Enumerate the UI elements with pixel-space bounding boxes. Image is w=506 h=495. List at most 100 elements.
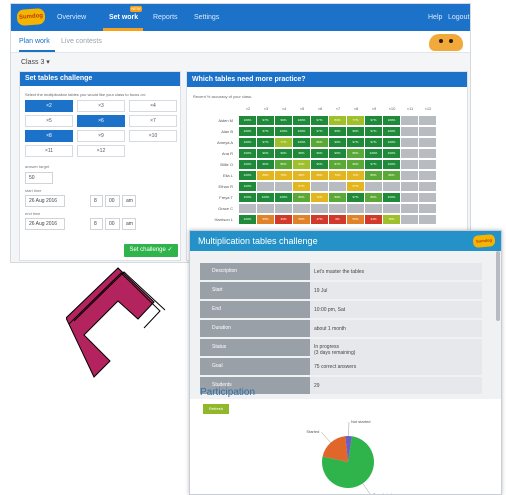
heatmap-cell[interactable]: 100% [293,127,310,136]
table-option[interactable]: ×8 [25,130,73,142]
table-option[interactable]: ×3 [77,100,125,112]
heatmap-cell[interactable] [401,182,418,191]
heatmap-cell[interactable] [401,171,418,180]
heatmap-cell[interactable]: 50% [347,215,364,224]
nav-set-work[interactable]: Set work [109,14,138,21]
heatmap-cell[interactable]: 100% [293,138,310,147]
nav-settings[interactable]: Settings [194,14,219,21]
end-minute-select[interactable]: 00 [105,218,120,230]
heatmap-cell[interactable]: 97% [311,127,328,136]
heatmap-cell[interactable] [419,127,436,136]
heatmap-cell[interactable]: 67% [347,182,364,191]
heatmap-cell[interactable]: 100% [275,193,292,202]
heatmap-cell[interactable]: 100% [383,116,400,125]
class-select[interactable]: Class 3 ▾ [21,58,50,66]
heatmap-cell[interactable]: 99% [275,149,292,158]
heatmap-cell[interactable]: 100% [239,215,256,224]
heatmap-cell[interactable]: 100% [383,149,400,158]
heatmap-cell[interactable] [419,204,436,213]
heatmap-cell[interactable]: 96% [257,149,274,158]
table-option[interactable]: ×12 [77,145,125,157]
heatmap-cell[interactable]: 77% [275,138,292,147]
heatmap-cell[interactable] [401,160,418,169]
heatmap-cell[interactable]: 87% [329,160,346,169]
heatmap-cell[interactable] [401,193,418,202]
heatmap-cell[interactable]: 70% [275,171,292,180]
heatmap-cell[interactable]: 89% [293,193,310,202]
heatmap-cell[interactable]: 89% [347,149,364,158]
heatmap-cell[interactable]: 97% [257,138,274,147]
end-date-input[interactable]: 26 Aug 2016 [25,218,65,230]
heatmap-cell[interactable] [275,182,292,191]
heatmap-cell[interactable]: 89% [311,138,328,147]
heatmap-cell[interactable]: 89% [365,193,382,202]
heatmap-cell[interactable]: 100% [293,116,310,125]
end-ampm-select[interactable]: am [122,218,136,230]
heatmap-cell[interactable] [419,171,436,180]
heatmap-cell[interactable] [401,149,418,158]
heatmap-cell[interactable] [275,204,292,213]
heatmap-cell[interactable]: 100% [239,182,256,191]
start-date-input[interactable]: 26 Aug 2016 [25,195,65,207]
heatmap-cell[interactable]: 72% [311,193,328,202]
heatmap-cell[interactable]: 89% [383,171,400,180]
heatmap-cell[interactable] [365,204,382,213]
heatmap-cell[interactable]: 99% [347,127,364,136]
heatmap-cell[interactable] [329,182,346,191]
tab-plan-work[interactable]: Plan work [19,38,50,45]
heatmap-cell[interactable]: 100% [239,149,256,158]
heatmap-cell[interactable]: 99% [329,138,346,147]
heatmap-cell[interactable] [383,182,400,191]
heatmap-cell[interactable]: 100% [275,127,292,136]
heatmap-cell[interactable]: 47% [311,215,328,224]
heatmap-cell[interactable]: 100% [239,171,256,180]
heatmap-cell[interactable]: 96% [257,160,274,169]
heatmap-cell[interactable] [419,215,436,224]
heatmap-cell[interactable]: 68% [257,171,274,180]
heatmap-cell[interactable]: 100% [383,127,400,136]
heatmap-cell[interactable]: 97% [257,116,274,125]
heatmap-cell[interactable]: 99% [329,127,346,136]
heatmap-cell[interactable]: 97% [347,138,364,147]
heatmap-cell[interactable] [383,204,400,213]
heatmap-cell[interactable]: 100% [383,160,400,169]
heatmap-cell[interactable]: 100% [383,138,400,147]
heatmap-cell[interactable]: 98% [293,149,310,158]
heatmap-cell[interactable] [419,160,436,169]
target-input[interactable]: 50 [25,172,53,184]
heatmap-cell[interactable] [419,182,436,191]
start-minute-select[interactable]: 00 [105,195,120,207]
heatmap-cell[interactable]: 100% [257,193,274,202]
table-option[interactable]: ×5 [25,115,73,127]
heatmap-cell[interactable]: 89% [365,171,382,180]
heatmap-cell[interactable]: 33% [275,215,292,224]
heatmap-cell[interactable]: 68% [311,171,328,180]
heatmap-cell[interactable]: 99% [275,116,292,125]
heatmap-cell[interactable]: 55% [257,215,274,224]
heatmap-cell[interactable]: 99% [311,149,328,158]
heatmap-cell[interactable]: 100% [239,127,256,136]
heatmap-cell[interactable]: 83% [329,116,346,125]
heatmap-cell[interactable] [293,204,310,213]
heatmap-cell[interactable]: 97% [347,193,364,202]
nav-help[interactable]: Help [428,14,442,21]
heatmap-cell[interactable]: 100% [239,116,256,125]
heatmap-cell[interactable] [239,204,256,213]
heatmap-cell[interactable]: 72% [347,171,364,180]
nav-reports[interactable]: Reports [153,14,178,21]
table-option[interactable]: ×6 [77,115,125,127]
heatmap-cell[interactable] [365,182,382,191]
heatmap-cell[interactable] [257,204,274,213]
table-option[interactable]: ×7 [129,115,177,127]
heatmap-cell[interactable] [401,127,418,136]
heatmap-cell[interactable]: 0% [329,215,346,224]
heatmap-cell[interactable]: 85% [275,160,292,169]
heatmap-cell[interactable]: 90% [347,160,364,169]
nav-logout[interactable]: Logout [448,14,469,21]
heatmap-cell[interactable]: 97% [311,116,328,125]
table-option[interactable]: ×4 [129,100,177,112]
heatmap-cell[interactable]: 97% [365,160,382,169]
heatmap-cell[interactable] [401,138,418,147]
heatmap-cell[interactable]: 97% [365,127,382,136]
heatmap-cell[interactable] [257,182,274,191]
